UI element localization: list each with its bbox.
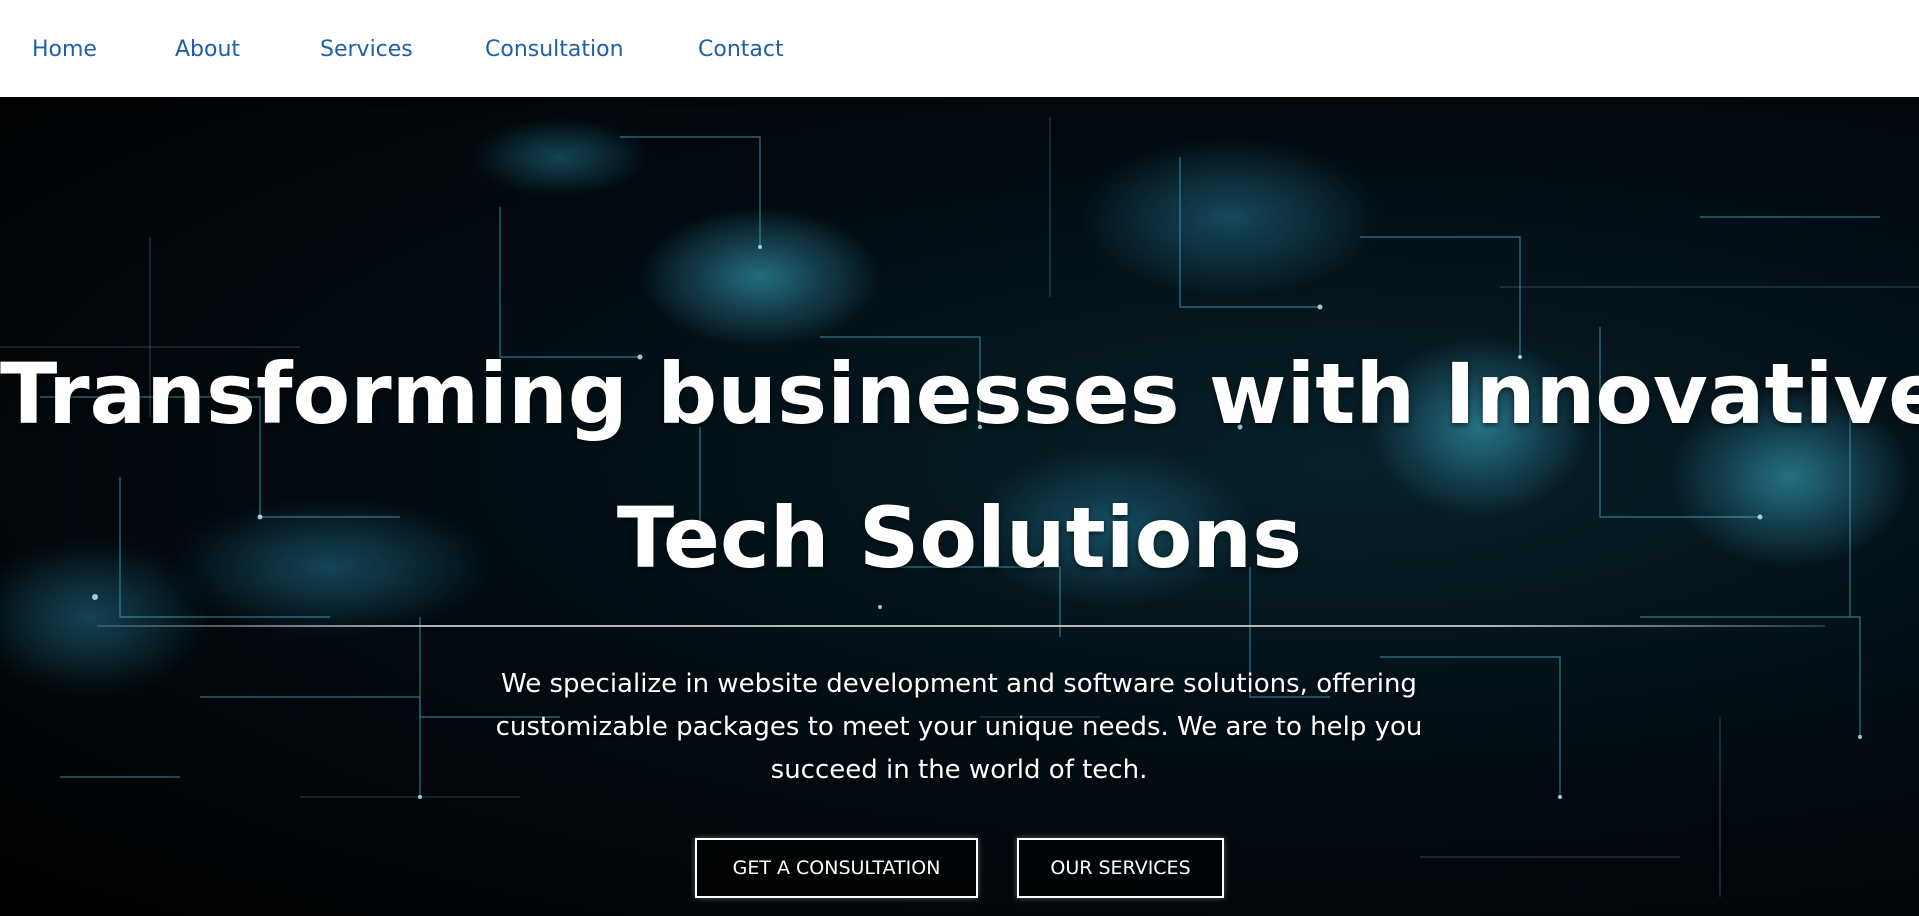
hero-headline: Transforming businesses with Innovative … [0,322,1919,610]
hero-headline-line-2: Tech Solutions [616,489,1303,587]
nav-link-services[interactable]: Services [320,37,413,62]
top-navigation: Home About Services Consultation Contact [0,0,1919,97]
hero-tagline: We specialize in website development and… [495,669,1423,785]
nav-link-consultation[interactable]: Consultation [485,37,624,62]
nav-link-about[interactable]: About [175,37,240,62]
hero-headline-line-1: Transforming businesses with Innovative [0,345,1919,443]
hero-divider [97,625,1825,627]
nav-link-contact[interactable]: Contact [698,37,784,62]
get-consultation-button-label: GET A CONSULTATION [732,857,941,879]
nav-link-home[interactable]: Home [32,37,97,62]
our-services-button-label: OUR SERVICES [1050,857,1191,879]
hero-section: Transforming businesses with Innovative … [0,97,1919,916]
our-services-button[interactable]: OUR SERVICES [1017,838,1224,898]
get-consultation-button[interactable]: GET A CONSULTATION [695,838,978,898]
